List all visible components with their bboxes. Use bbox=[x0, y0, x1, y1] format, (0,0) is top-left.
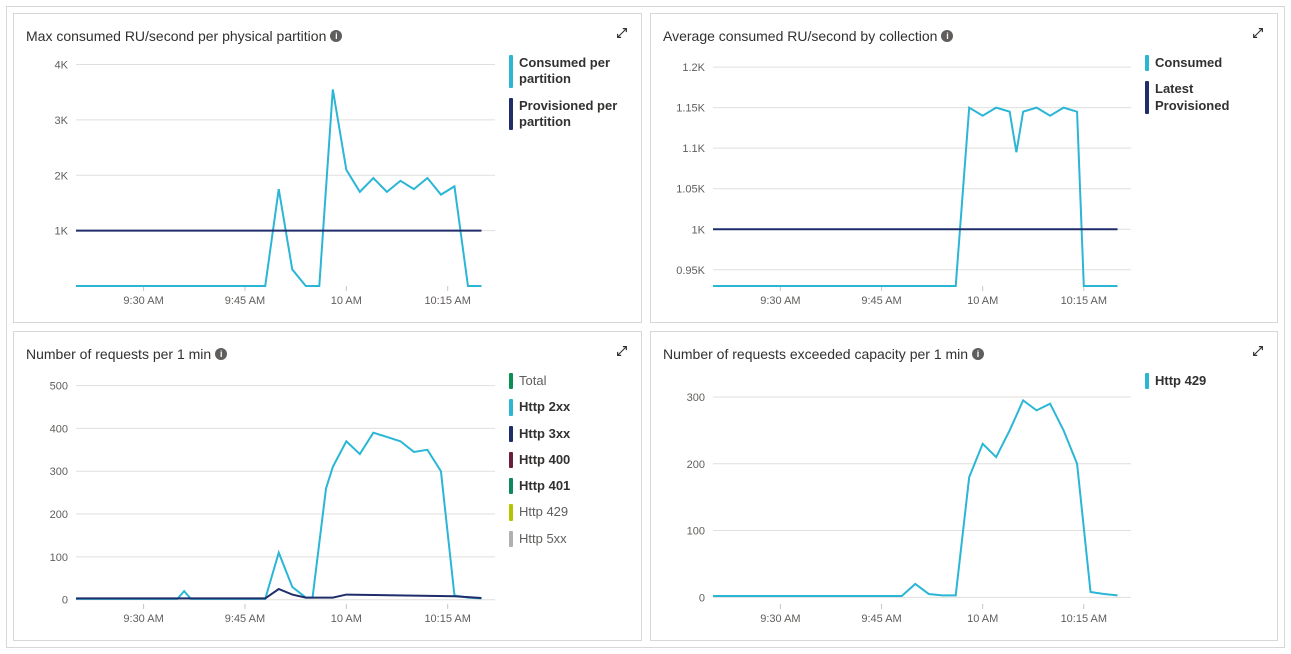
svg-text:500: 500 bbox=[50, 381, 68, 393]
svg-text:3K: 3K bbox=[55, 115, 69, 127]
svg-text:200: 200 bbox=[687, 459, 705, 471]
svg-text:300: 300 bbox=[50, 466, 68, 478]
chart-plot: 0.95K 1K 1.05K 1.1K 1.15K 1.2K 9:30 AM 9:45 AM 1… bbox=[663, 53, 1137, 319]
svg-text:1.1K: 1.1K bbox=[682, 143, 705, 155]
svg-text:100: 100 bbox=[687, 526, 705, 538]
chart-legend: Total Http 2xx Http 3xx Http 400 Http 40… bbox=[509, 371, 629, 637]
legend-item[interactable]: Provisioned per partition bbox=[509, 98, 629, 131]
card-avg-ru-collection: Average consumed RU/second by collection… bbox=[650, 13, 1278, 323]
legend-item[interactable]: Http 3xx bbox=[509, 426, 629, 442]
svg-text:100: 100 bbox=[50, 552, 68, 564]
svg-text:4K: 4K bbox=[55, 60, 69, 72]
legend-item[interactable]: Http 429 bbox=[509, 504, 629, 520]
svg-text:9:30 AM: 9:30 AM bbox=[123, 613, 163, 625]
svg-text:9:45 AM: 9:45 AM bbox=[225, 295, 265, 307]
svg-text:1K: 1K bbox=[55, 226, 69, 238]
svg-text:9:30 AM: 9:30 AM bbox=[760, 295, 800, 307]
info-icon[interactable]: i bbox=[330, 30, 342, 42]
expand-icon[interactable] bbox=[615, 26, 629, 45]
info-icon[interactable]: i bbox=[215, 348, 227, 360]
svg-text:9:45 AM: 9:45 AM bbox=[225, 613, 265, 625]
svg-text:1.2K: 1.2K bbox=[682, 62, 705, 74]
dashboard-grid: Max consumed RU/second per physical part… bbox=[6, 6, 1285, 648]
svg-text:0: 0 bbox=[699, 592, 705, 604]
svg-text:200: 200 bbox=[50, 509, 68, 521]
chart-legend: Http 429 bbox=[1145, 371, 1265, 637]
info-icon[interactable]: i bbox=[941, 30, 953, 42]
svg-text:10:15 AM: 10:15 AM bbox=[424, 613, 470, 625]
chart-title: Number of requests per 1 min i bbox=[26, 346, 227, 362]
svg-text:10 AM: 10 AM bbox=[967, 613, 998, 625]
svg-text:10:15 AM: 10:15 AM bbox=[424, 295, 470, 307]
chart-plot: 0 100 200 300 400 500 9:30 AM 9:45 AM 10 AM 10:15… bbox=[26, 371, 501, 637]
svg-text:9:30 AM: 9:30 AM bbox=[123, 295, 163, 307]
card-requests-per-min: Number of requests per 1 min i 0 100 200 30… bbox=[13, 331, 642, 641]
expand-icon[interactable] bbox=[1251, 26, 1265, 45]
svg-text:10:15 AM: 10:15 AM bbox=[1061, 613, 1107, 625]
card-requests-exceeded: Number of requests exceeded capacity per… bbox=[650, 331, 1278, 641]
chart-plot: 0 100 200 300 9:30 AM 9:45 AM 10 AM 10:15 AM bbox=[663, 371, 1137, 637]
svg-text:10 AM: 10 AM bbox=[331, 613, 362, 625]
svg-text:400: 400 bbox=[50, 423, 68, 435]
legend-item[interactable]: Consumed per partition bbox=[509, 55, 629, 88]
svg-text:9:30 AM: 9:30 AM bbox=[760, 613, 800, 625]
svg-text:10 AM: 10 AM bbox=[331, 295, 362, 307]
chart-legend: Consumed Latest Provisioned bbox=[1145, 53, 1265, 319]
legend-item[interactable]: Consumed bbox=[1145, 55, 1265, 71]
svg-text:300: 300 bbox=[687, 392, 705, 404]
svg-text:9:45 AM: 9:45 AM bbox=[861, 613, 901, 625]
legend-item[interactable]: Http 5xx bbox=[509, 531, 629, 547]
chart-plot: 1K 2K 3K 4K 9:30 AM 9:45 AM 10 AM 10:15 AM bbox=[26, 53, 501, 319]
svg-text:10 AM: 10 AM bbox=[967, 295, 998, 307]
svg-text:0.95K: 0.95K bbox=[676, 265, 705, 277]
card-max-ru-partition: Max consumed RU/second per physical part… bbox=[13, 13, 642, 323]
legend-item[interactable]: Http 429 bbox=[1145, 373, 1265, 389]
chart-legend: Consumed per partition Provisioned per p… bbox=[509, 53, 629, 319]
chart-title: Average consumed RU/second by collection… bbox=[663, 28, 953, 44]
svg-text:1.15K: 1.15K bbox=[676, 103, 705, 115]
chart-title: Number of requests exceeded capacity per… bbox=[663, 346, 984, 362]
svg-text:1K: 1K bbox=[692, 224, 706, 236]
info-icon[interactable]: i bbox=[972, 348, 984, 360]
svg-text:10:15 AM: 10:15 AM bbox=[1061, 295, 1107, 307]
legend-item[interactable]: Http 400 bbox=[509, 452, 629, 468]
legend-item[interactable]: Http 2xx bbox=[509, 399, 629, 415]
expand-icon[interactable] bbox=[615, 344, 629, 363]
legend-item[interactable]: Latest Provisioned bbox=[1145, 81, 1265, 114]
expand-icon[interactable] bbox=[1251, 344, 1265, 363]
svg-text:2K: 2K bbox=[55, 170, 69, 182]
svg-text:9:45 AM: 9:45 AM bbox=[861, 295, 901, 307]
svg-text:1.05K: 1.05K bbox=[676, 184, 705, 196]
legend-item[interactable]: Total bbox=[509, 373, 629, 389]
chart-title: Max consumed RU/second per physical part… bbox=[26, 28, 342, 44]
legend-item[interactable]: Http 401 bbox=[509, 478, 629, 494]
svg-text:0: 0 bbox=[62, 595, 68, 607]
